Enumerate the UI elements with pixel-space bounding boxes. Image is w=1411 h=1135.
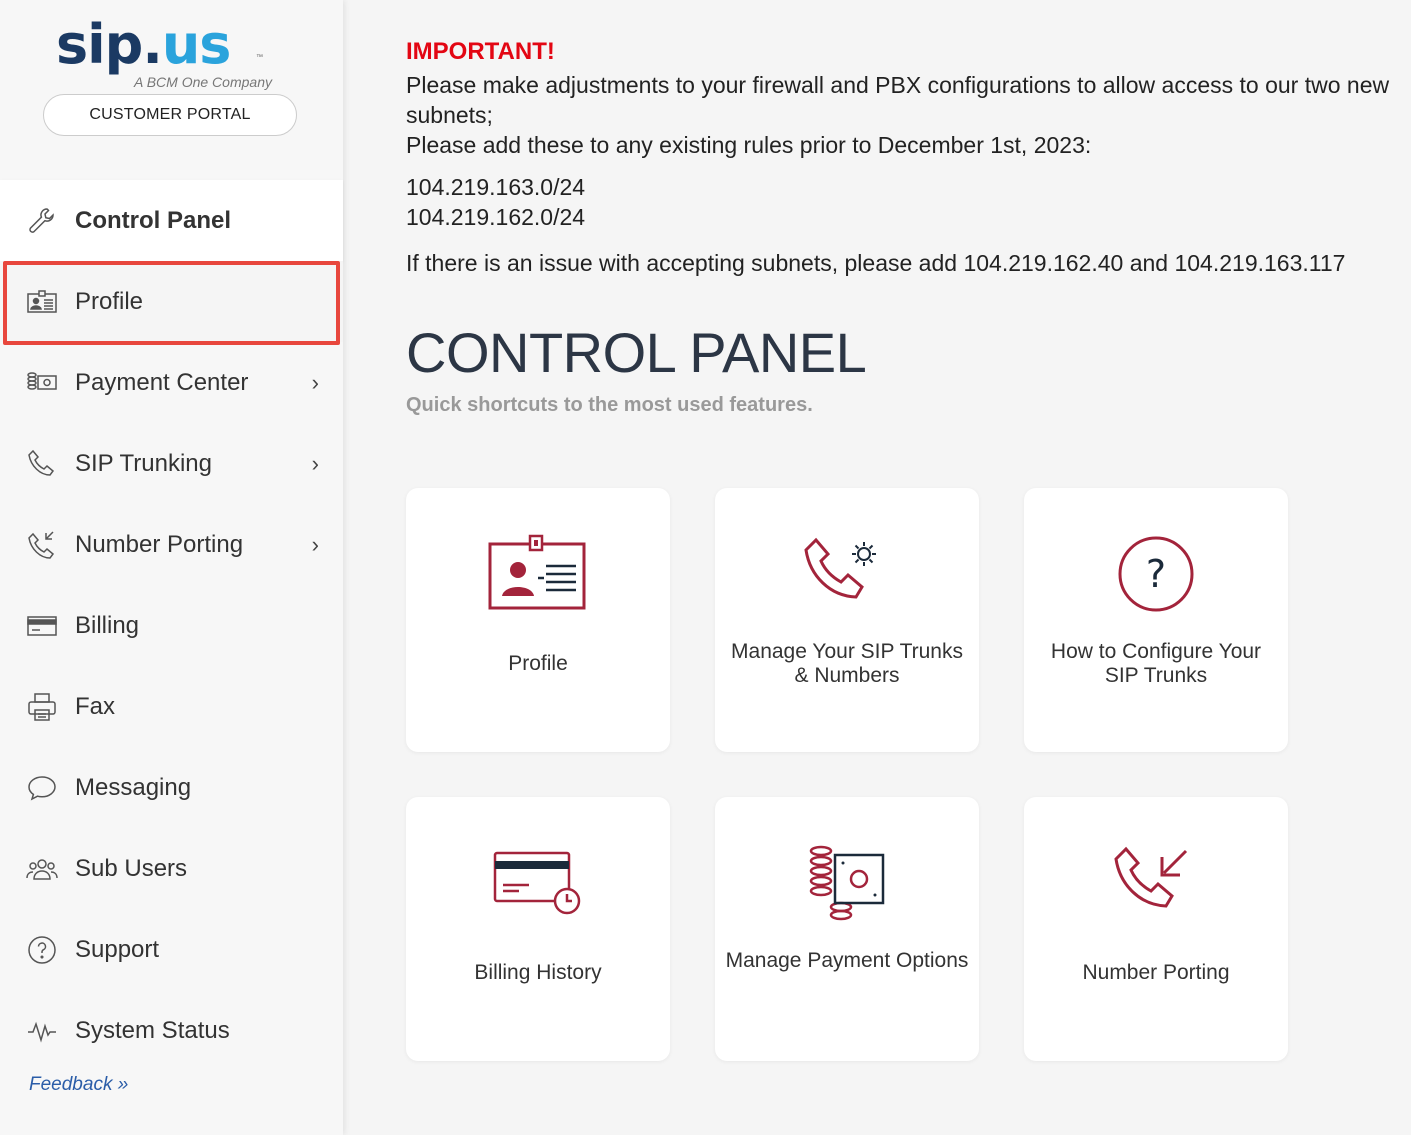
- card-label: Number Porting: [1082, 961, 1230, 984]
- sidebar-item-label: SIP Trunking: [75, 449, 212, 477]
- sip-us-logo[interactable]: sip.us ™ A BCM One Company: [56, 10, 286, 90]
- id-card-icon: [406, 534, 670, 612]
- sidebar-item-label: Control Panel: [75, 206, 232, 234]
- sidebar-item-billing[interactable]: Billing: [0, 585, 343, 666]
- shortcut-card-number-porting[interactable]: Number Porting: [1024, 797, 1288, 1061]
- shortcut-card-manage-sip-trunks[interactable]: Manage Your SIP Trunks & Numbers: [715, 488, 979, 752]
- subnet-1: 104.219.163.0/24: [406, 174, 586, 200]
- sidebar-nav: Control Panel Profile Payment Center › S…: [0, 180, 343, 1071]
- sidebar-item-label: Payment Center: [75, 368, 249, 396]
- sidebar-item-sip-trunking[interactable]: SIP Trunking ›: [0, 423, 343, 504]
- shortcut-card-profile[interactable]: Profile: [406, 488, 670, 752]
- sidebar-item-label: Profile: [75, 287, 144, 315]
- logo-dot: .: [142, 13, 162, 76]
- sidebar: sip.us ™ A BCM One Company CUSTOMER PORT…: [0, 0, 343, 1135]
- subnet-issue-note: If there is an issue with accepting subn…: [406, 250, 1346, 276]
- feedback-link[interactable]: Feedback »: [29, 1074, 128, 1096]
- card-label: Manage Your SIP Trunks & Numbers: [731, 640, 963, 687]
- logo-trademark: ™: [256, 54, 263, 61]
- sidebar-item-profile[interactable]: Profile: [0, 261, 343, 345]
- shortcut-card-configure-sip-trunks[interactable]: ? How to Configure Your SIP Trunks: [1024, 488, 1288, 752]
- sidebar-item-sub-users[interactable]: Sub Users: [0, 828, 343, 909]
- fax-icon: [25, 690, 59, 724]
- customer-portal-button[interactable]: CUSTOMER PORTAL: [43, 94, 297, 136]
- important-heading: IMPORTANT!: [406, 38, 555, 65]
- chevron-right-icon[interactable]: ›: [312, 451, 319, 477]
- page-title: CONTROL PANEL: [406, 321, 867, 384]
- sidebar-item-label: Support: [75, 935, 160, 963]
- credit-card-icon: [25, 609, 59, 643]
- chat-bubble-icon: [25, 771, 59, 805]
- notice-text: Please make adjustments to your firewall…: [406, 70, 1391, 160]
- shortcut-card-manage-payment-options[interactable]: Manage Payment Options: [715, 797, 979, 1061]
- subnet-2: 104.219.162.0/24: [406, 204, 586, 230]
- logo-tagline: A BCM One Company: [134, 74, 272, 90]
- sidebar-item-support[interactable]: Support: [0, 909, 343, 990]
- card-history-icon: [406, 849, 670, 917]
- sidebar-item-system-status[interactable]: System Status: [0, 990, 343, 1071]
- question-icon: ?: [1024, 534, 1288, 614]
- sidebar-item-control-panel[interactable]: Control Panel: [0, 180, 343, 261]
- sidebar-item-label: Sub Users: [75, 854, 188, 882]
- sidebar-item-label: Number Porting: [75, 530, 244, 558]
- help-circle-icon: [25, 933, 59, 967]
- card-label: Billing History: [474, 961, 602, 984]
- shortcut-card-billing-history[interactable]: Billing History: [406, 797, 670, 1061]
- notice-line-2: Please add these to any existing rules p…: [406, 132, 1092, 158]
- sidebar-item-label: Messaging: [75, 773, 192, 801]
- sidebar-item-messaging[interactable]: Messaging: [0, 747, 343, 828]
- card-label: How to Configure Your SIP Trunks: [1050, 640, 1262, 687]
- wrench-icon: [25, 204, 59, 238]
- phone-incoming-icon: [25, 528, 59, 562]
- sidebar-item-label: Billing: [75, 611, 140, 639]
- logo-wordmark: sip.us: [56, 10, 232, 80]
- chevron-right-icon[interactable]: ›: [312, 370, 319, 396]
- activity-icon: [25, 1014, 59, 1048]
- logo-us: us: [161, 13, 232, 76]
- svg-text:?: ?: [1146, 552, 1166, 596]
- page-subtitle: Quick shortcuts to the most used feature…: [406, 394, 813, 416]
- phone-incoming-icon: [1024, 843, 1288, 923]
- card-label: Profile: [508, 652, 568, 675]
- logo-area: sip.us ™ A BCM One Company CUSTOMER PORT…: [0, 0, 343, 175]
- chevron-right-icon[interactable]: ›: [312, 532, 319, 558]
- id-card-icon: [25, 285, 59, 319]
- users-icon: [25, 852, 59, 886]
- notice-line-1: Please make adjustments to your firewall…: [406, 72, 1390, 128]
- payment-icon: [25, 366, 59, 400]
- sidebar-item-label: Fax: [75, 692, 116, 720]
- sidebar-item-payment-center[interactable]: Payment Center ›: [0, 342, 343, 423]
- coins-bill-icon: [715, 843, 979, 923]
- phone-icon: [25, 447, 59, 481]
- sidebar-item-number-porting[interactable]: Number Porting ›: [0, 504, 343, 585]
- sidebar-item-fax[interactable]: Fax: [0, 666, 343, 747]
- sidebar-item-label: System Status: [75, 1016, 230, 1044]
- card-label: Manage Payment Options: [725, 949, 969, 972]
- phone-gear-icon: [715, 534, 979, 614]
- logo-sip: sip: [56, 13, 143, 76]
